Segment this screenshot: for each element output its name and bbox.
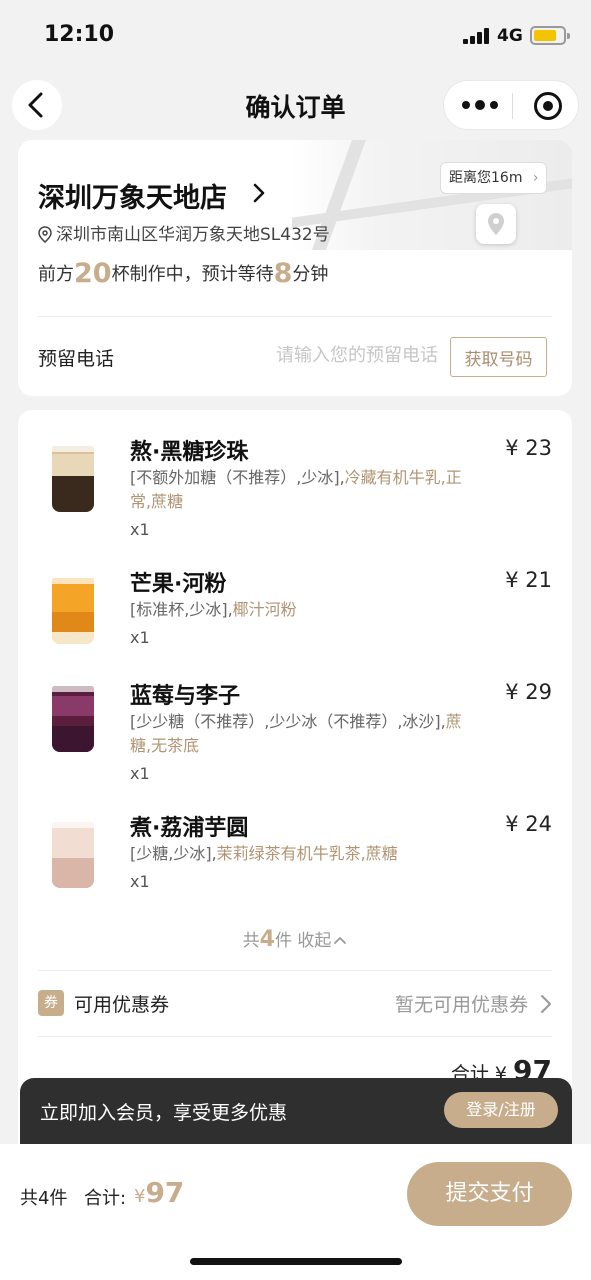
order-item: 芒果·河粉 ¥ 21 [标准杯,少冰],椰汁河粉 x1 <box>18 564 572 664</box>
chevron-right-icon[interactable] <box>540 994 552 1014</box>
battery-icon <box>530 26 570 45</box>
spec-highlight: 椰汁河粉 <box>232 600 297 619</box>
order-item: 煮·荔浦芋圆 ¥ 24 [少糖,少冰],茉莉绿茶有机牛乳茶,蔗糖 x1 <box>18 808 572 908</box>
spec-highlight: 茉莉绿茶有机牛乳茶,蔗糖 <box>216 844 398 863</box>
summary-count: 4 <box>259 927 275 952</box>
item-price: ¥ 24 <box>505 812 552 836</box>
drink-image <box>52 822 94 888</box>
distance-text: 距离您16m <box>449 170 523 186</box>
total-count: 共4件 <box>20 1188 68 1209</box>
item-spec: [少少糖（不推荐）,少少冰（不推荐）,冰沙],蔗糖,无茶底 <box>130 710 480 758</box>
item-spec: [不额外加糖（不推荐）,少冰],冷藏有机牛乳,正常,蔗糖 <box>130 466 480 514</box>
item-name: 煮·荔浦芋圆 <box>130 816 249 841</box>
collapse-label: 收起 <box>297 931 332 951</box>
mini-program-capsule <box>443 80 579 130</box>
network-type: 4G <box>497 26 523 46</box>
queue-mid: 杯制作中，预计等待 <box>111 264 274 285</box>
item-spec: [少糖,少冰],茉莉绿茶有机牛乳茶,蔗糖 <box>130 842 480 866</box>
item-quantity: x1 <box>130 628 150 647</box>
home-indicator <box>190 1258 402 1265</box>
queue-prefix: 前方 <box>38 264 74 285</box>
total-currency: ¥ <box>134 1186 146 1207</box>
item-name: 蓝莓与李子 <box>130 684 241 709</box>
order-card: 熬·黑糖珍珠 ¥ 23 [不额外加糖（不推荐）,少冰],冷藏有机牛乳,正常,蔗糖… <box>18 410 572 1170</box>
total-label: 合计: <box>84 1188 127 1209</box>
item-price: ¥ 29 <box>505 680 552 704</box>
nav-bar: 确认订单 <box>0 72 591 136</box>
queue-count: 20 <box>74 258 112 289</box>
status-bar: 12:10 4G <box>0 0 591 72</box>
collapse-toggle[interactable]: 共4件 收起 <box>18 926 572 952</box>
item-name: 芒果·河粉 <box>130 572 227 597</box>
wait-unit: 分钟 <box>292 264 329 285</box>
divider <box>38 316 552 317</box>
spec-options: [少少糖（不推荐）,少少冰（不推荐）,冰沙], <box>130 712 446 731</box>
login-register-button[interactable]: 登录/注册 <box>444 1092 558 1128</box>
wait-minutes: 8 <box>273 258 293 289</box>
queue-status: 前方20杯制作中，预计等待8分钟 <box>38 258 328 289</box>
item-price: ¥ 23 <box>505 436 552 460</box>
summary-prefix: 共 <box>242 931 260 951</box>
submit-payment-button[interactable]: 提交支付 <box>407 1162 572 1226</box>
item-quantity: x1 <box>130 520 150 539</box>
coupon-icon: 券 <box>38 990 64 1016</box>
divider <box>38 1036 552 1037</box>
order-item: 蓝莓与李子 ¥ 29 [少少糖（不推荐）,少少冰（不推荐）,冰沙],蔗糖,无茶底… <box>18 676 572 796</box>
member-promo-text: 立即加入会员，享受更多优惠 <box>40 1102 288 1124</box>
drink-image <box>52 686 94 752</box>
more-icon[interactable] <box>460 95 500 115</box>
store-name[interactable]: 深圳万象天地店 <box>38 176 227 215</box>
total-value: 97 <box>145 1176 185 1209</box>
close-mini-program-icon[interactable] <box>534 92 562 120</box>
chevron-right-icon: › <box>532 170 539 186</box>
coupon-label: 可用优惠券 <box>74 994 170 1016</box>
distance-badge[interactable]: 距离您16m › <box>440 162 548 194</box>
coupon-value[interactable]: 暂无可用优惠券 <box>395 990 528 1017</box>
get-phone-button[interactable]: 获取号码 <box>450 337 547 377</box>
signal-icon <box>463 28 491 44</box>
drink-image <box>52 446 94 512</box>
item-price: ¥ 21 <box>505 568 552 592</box>
phone-label: 预留电话 <box>38 348 115 370</box>
store-address: 深圳市南山区华润万象天地SL432号 <box>38 220 330 245</box>
member-banner: 立即加入会员，享受更多优惠 登录/注册 <box>20 1078 572 1144</box>
summary-suffix: 件 <box>274 931 292 951</box>
spec-options: [不额外加糖（不推荐）,少冰], <box>130 468 345 487</box>
location-icon <box>38 226 52 243</box>
address-text: 深圳市南山区华润万象天地SL432号 <box>56 225 330 245</box>
store-card: 距离您16m › 深圳万象天地店 深圳市南山区华润万象天地SL432号 前方20… <box>18 140 572 396</box>
phone-input[interactable] <box>228 340 438 370</box>
spec-options: [少糖,少冰], <box>130 844 217 863</box>
order-item: 熬·黑糖珍珠 ¥ 23 [不额外加糖（不推荐）,少冰],冷藏有机牛乳,正常,蔗糖… <box>18 432 572 552</box>
item-name: 熬·黑糖珍珠 <box>130 440 249 465</box>
total-amount: ¥97 <box>134 1176 184 1209</box>
item-quantity: x1 <box>130 872 150 891</box>
map-thumbnail[interactable] <box>292 140 572 250</box>
drink-image <box>52 578 94 644</box>
chevron-up-icon <box>334 937 347 944</box>
status-time: 12:10 <box>44 22 115 47</box>
spec-options: [标准杯,少冰], <box>130 600 233 619</box>
chevron-right-icon[interactable] <box>252 182 266 204</box>
item-spec: [标准杯,少冰],椰汁河粉 <box>130 598 480 622</box>
map-pin-icon <box>476 204 516 244</box>
divider <box>38 970 552 971</box>
item-quantity: x1 <box>130 764 150 783</box>
